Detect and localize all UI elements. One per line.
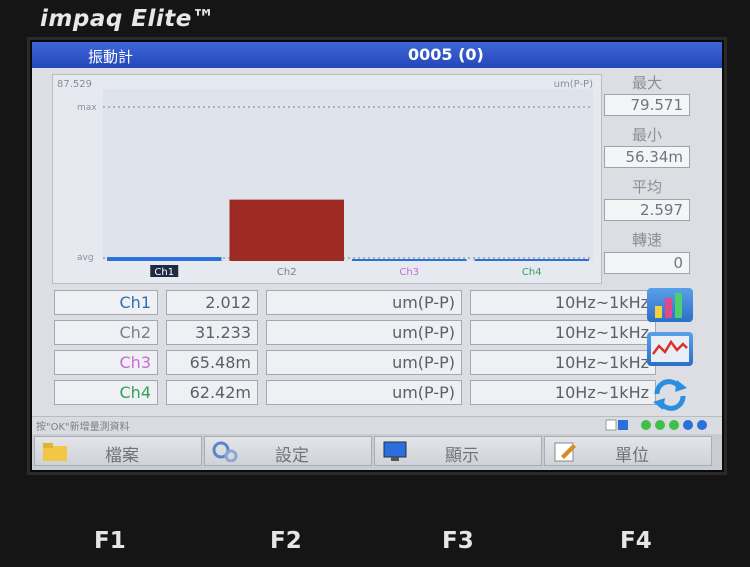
channel-row-ch3[interactable]: Ch3 65.48m um(P-P) 10Hz~1kHz bbox=[54, 350, 664, 375]
settings-button[interactable]: 設定 bbox=[204, 436, 372, 466]
status-message: 按"OK"新增量測資料 bbox=[36, 422, 130, 433]
channel-value: 2.012 bbox=[166, 290, 258, 315]
hw-key-f3[interactable]: F3 bbox=[442, 528, 474, 554]
brand-logo: impaq Elite™ bbox=[40, 6, 216, 32]
hw-key-f2[interactable]: F2 bbox=[270, 528, 302, 554]
trend-chart-icon bbox=[651, 336, 689, 362]
hw-key-f1[interactable]: F1 bbox=[94, 528, 126, 554]
file-button[interactable]: 檔案 bbox=[34, 436, 202, 466]
speed-label: 轉速 bbox=[631, 231, 662, 249]
channel-unit: um(P-P) bbox=[266, 350, 462, 375]
function-key-bar: 檔案 設定 顯示 單位 bbox=[32, 434, 722, 470]
min-value: 56.34m bbox=[604, 146, 690, 168]
unit-button[interactable]: 單位 bbox=[544, 436, 712, 466]
channel-value: 65.48m bbox=[166, 350, 258, 375]
bar-ch1 bbox=[107, 257, 222, 261]
max-label: 最大 bbox=[631, 74, 662, 92]
channel-row-ch1[interactable]: Ch1 2.012 um(P-P) 10Hz~1kHz bbox=[54, 290, 664, 315]
bar-view-button[interactable] bbox=[647, 288, 693, 322]
max-line-label: max bbox=[77, 103, 97, 113]
unit-label: 單位 bbox=[615, 446, 649, 466]
channel-unit: um(P-P) bbox=[266, 380, 462, 405]
channel-row-ch4[interactable]: Ch4 62.42m um(P-P) 10Hz~1kHz bbox=[54, 380, 664, 405]
title-bar: 振動計 0005 (0) bbox=[32, 42, 722, 68]
channel-name: Ch1 bbox=[54, 290, 158, 315]
file-label: 檔案 bbox=[105, 446, 139, 466]
tick-label-ch1: Ch1 bbox=[154, 267, 174, 278]
gears-icon bbox=[212, 441, 238, 462]
channel-name: Ch3 bbox=[54, 350, 158, 375]
bar-ch2 bbox=[229, 199, 344, 261]
channel-name: Ch2 bbox=[54, 320, 158, 345]
device-screen: 振動計 0005 (0) 87.529 um(P-P) max avg Ch1 Ch2 Ch… bbox=[30, 40, 724, 472]
avg-label: 平均 bbox=[631, 178, 662, 196]
refresh-icon bbox=[653, 379, 687, 411]
edit-icon bbox=[554, 442, 576, 462]
channel-value: 62.42m bbox=[166, 380, 258, 405]
max-value: 79.571 bbox=[604, 94, 690, 116]
settings-label: 設定 bbox=[275, 446, 309, 466]
bar-ch4 bbox=[474, 259, 589, 261]
avg-line-label: avg bbox=[77, 253, 94, 263]
tick-label-ch3: Ch3 bbox=[399, 267, 419, 278]
channel-name: Ch4 bbox=[54, 380, 158, 405]
channel-range: 10Hz~1kHz bbox=[470, 380, 656, 405]
plot-area bbox=[103, 89, 593, 261]
display-button[interactable]: 顯示 bbox=[374, 436, 542, 466]
refresh-button[interactable] bbox=[647, 378, 693, 412]
channel-unit: um(P-P) bbox=[266, 290, 462, 315]
y-max-label: 87.529 bbox=[57, 79, 92, 90]
channel-range: 10Hz~1kHz bbox=[470, 320, 656, 345]
tick-label-ch2: Ch2 bbox=[277, 267, 297, 278]
hw-key-f4[interactable]: F4 bbox=[620, 528, 652, 554]
bar-ch3 bbox=[352, 259, 467, 261]
record-counter: 0005 (0) bbox=[408, 45, 484, 64]
monitor-icon bbox=[383, 441, 407, 461]
channel-unit: um(P-P) bbox=[266, 320, 462, 345]
channel-row-ch2[interactable]: Ch2 31.233 um(P-P) 10Hz~1kHz bbox=[54, 320, 664, 345]
unit-label: um(P-P) bbox=[554, 79, 593, 90]
bar-chart-icon bbox=[655, 293, 682, 318]
channel-range: 10Hz~1kHz bbox=[470, 350, 656, 375]
speed-value: 0 bbox=[604, 252, 690, 274]
min-label: 最小 bbox=[631, 126, 662, 144]
status-bar: 按"OK"新增量測資料 bbox=[32, 416, 722, 433]
folder-icon bbox=[43, 443, 67, 461]
trend-view-button[interactable] bbox=[647, 332, 693, 366]
avg-value: 2.597 bbox=[604, 199, 690, 221]
channel-range: 10Hz~1kHz bbox=[470, 290, 656, 315]
bar-chart: 87.529 um(P-P) max avg Ch1 Ch2 Ch3 Ch4 bbox=[52, 74, 602, 284]
status-indicators-icon bbox=[605, 419, 707, 431]
display-label: 顯示 bbox=[445, 446, 479, 466]
tick-label-ch4: Ch4 bbox=[522, 267, 542, 278]
app-title: 振動計 bbox=[88, 48, 134, 66]
channel-value: 31.233 bbox=[166, 320, 258, 345]
chart-canvas: 87.529 um(P-P) max avg Ch1 Ch2 Ch3 Ch4 bbox=[57, 79, 593, 278]
